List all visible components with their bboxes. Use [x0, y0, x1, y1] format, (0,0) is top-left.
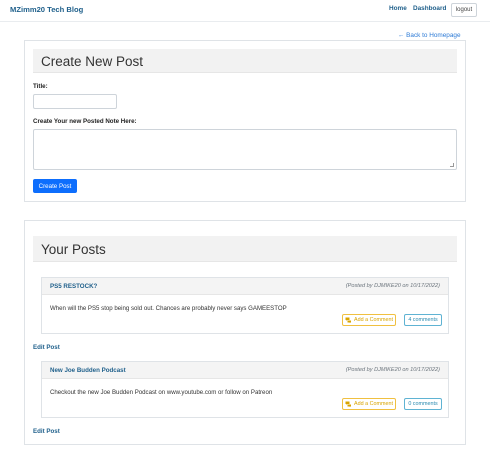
navbar: MZimm20 Tech Blog Home Dashboard logout [0, 0, 490, 22]
post-body: Checkout the new Joe Budden Podcast on w… [50, 389, 273, 396]
comments-count-button[interactable]: 4 comments [404, 314, 442, 326]
title-label: Title: [33, 83, 48, 90]
logout-button[interactable]: logout [451, 3, 477, 17]
edit-post-link[interactable]: Edit Post [33, 344, 60, 351]
create-post-card: Create New Post Title: Create Your new P… [24, 40, 466, 202]
your-posts-card: Your Posts PS5 RESTOCK? (Posted by DJMIK… [24, 220, 466, 445]
post-card: PS5 RESTOCK? (Posted by DJMIKE20 on 10/1… [41, 277, 449, 334]
comments-icon [345, 401, 352, 407]
create-post-header: Create New Post [33, 49, 457, 73]
brand-logo[interactable]: MZimm20 Tech Blog [10, 5, 83, 14]
add-comment-label: Add a Comment [354, 317, 393, 323]
your-posts-heading: Your Posts [41, 242, 106, 257]
post-meta: (Posted by DJMIKE20 on 10/17/2022) [345, 367, 440, 373]
create-post-heading: Create New Post [41, 54, 144, 69]
add-comment-button[interactable]: Add a Comment [342, 314, 396, 326]
back-to-homepage-link[interactable]: ← Back to Homepage [398, 32, 461, 39]
comments-count-button[interactable]: 0 comments [404, 398, 442, 410]
add-comment-button[interactable]: Add a Comment [342, 398, 396, 410]
post-body: When will the PS5 stop being sold out. C… [50, 305, 287, 312]
nav-dashboard-link[interactable]: Dashboard [413, 5, 446, 12]
note-textarea[interactable] [33, 129, 457, 170]
post-header: PS5 RESTOCK? (Posted by DJMIKE20 on 10/1… [42, 278, 448, 295]
edit-post-link[interactable]: Edit Post [33, 428, 60, 435]
note-label: Create Your new Posted Note Here: [33, 118, 137, 125]
post-meta: (Posted by DJMIKE20 on 10/17/2022) [345, 283, 440, 289]
post-card: New Joe Budden Podcast (Posted by DJMIKE… [41, 361, 449, 418]
post-title[interactable]: PS5 RESTOCK? [50, 283, 97, 290]
nav-home-link[interactable]: Home [389, 5, 407, 12]
add-comment-label: Add a Comment [354, 401, 393, 407]
title-input[interactable] [33, 94, 117, 109]
post-header: New Joe Budden Podcast (Posted by DJMIKE… [42, 362, 448, 379]
your-posts-header: Your Posts [33, 236, 457, 262]
post-title[interactable]: New Joe Budden Podcast [50, 367, 126, 374]
resize-grip-icon[interactable] [450, 163, 454, 167]
create-post-button[interactable]: Create Post [33, 179, 77, 193]
comments-icon [345, 317, 352, 323]
